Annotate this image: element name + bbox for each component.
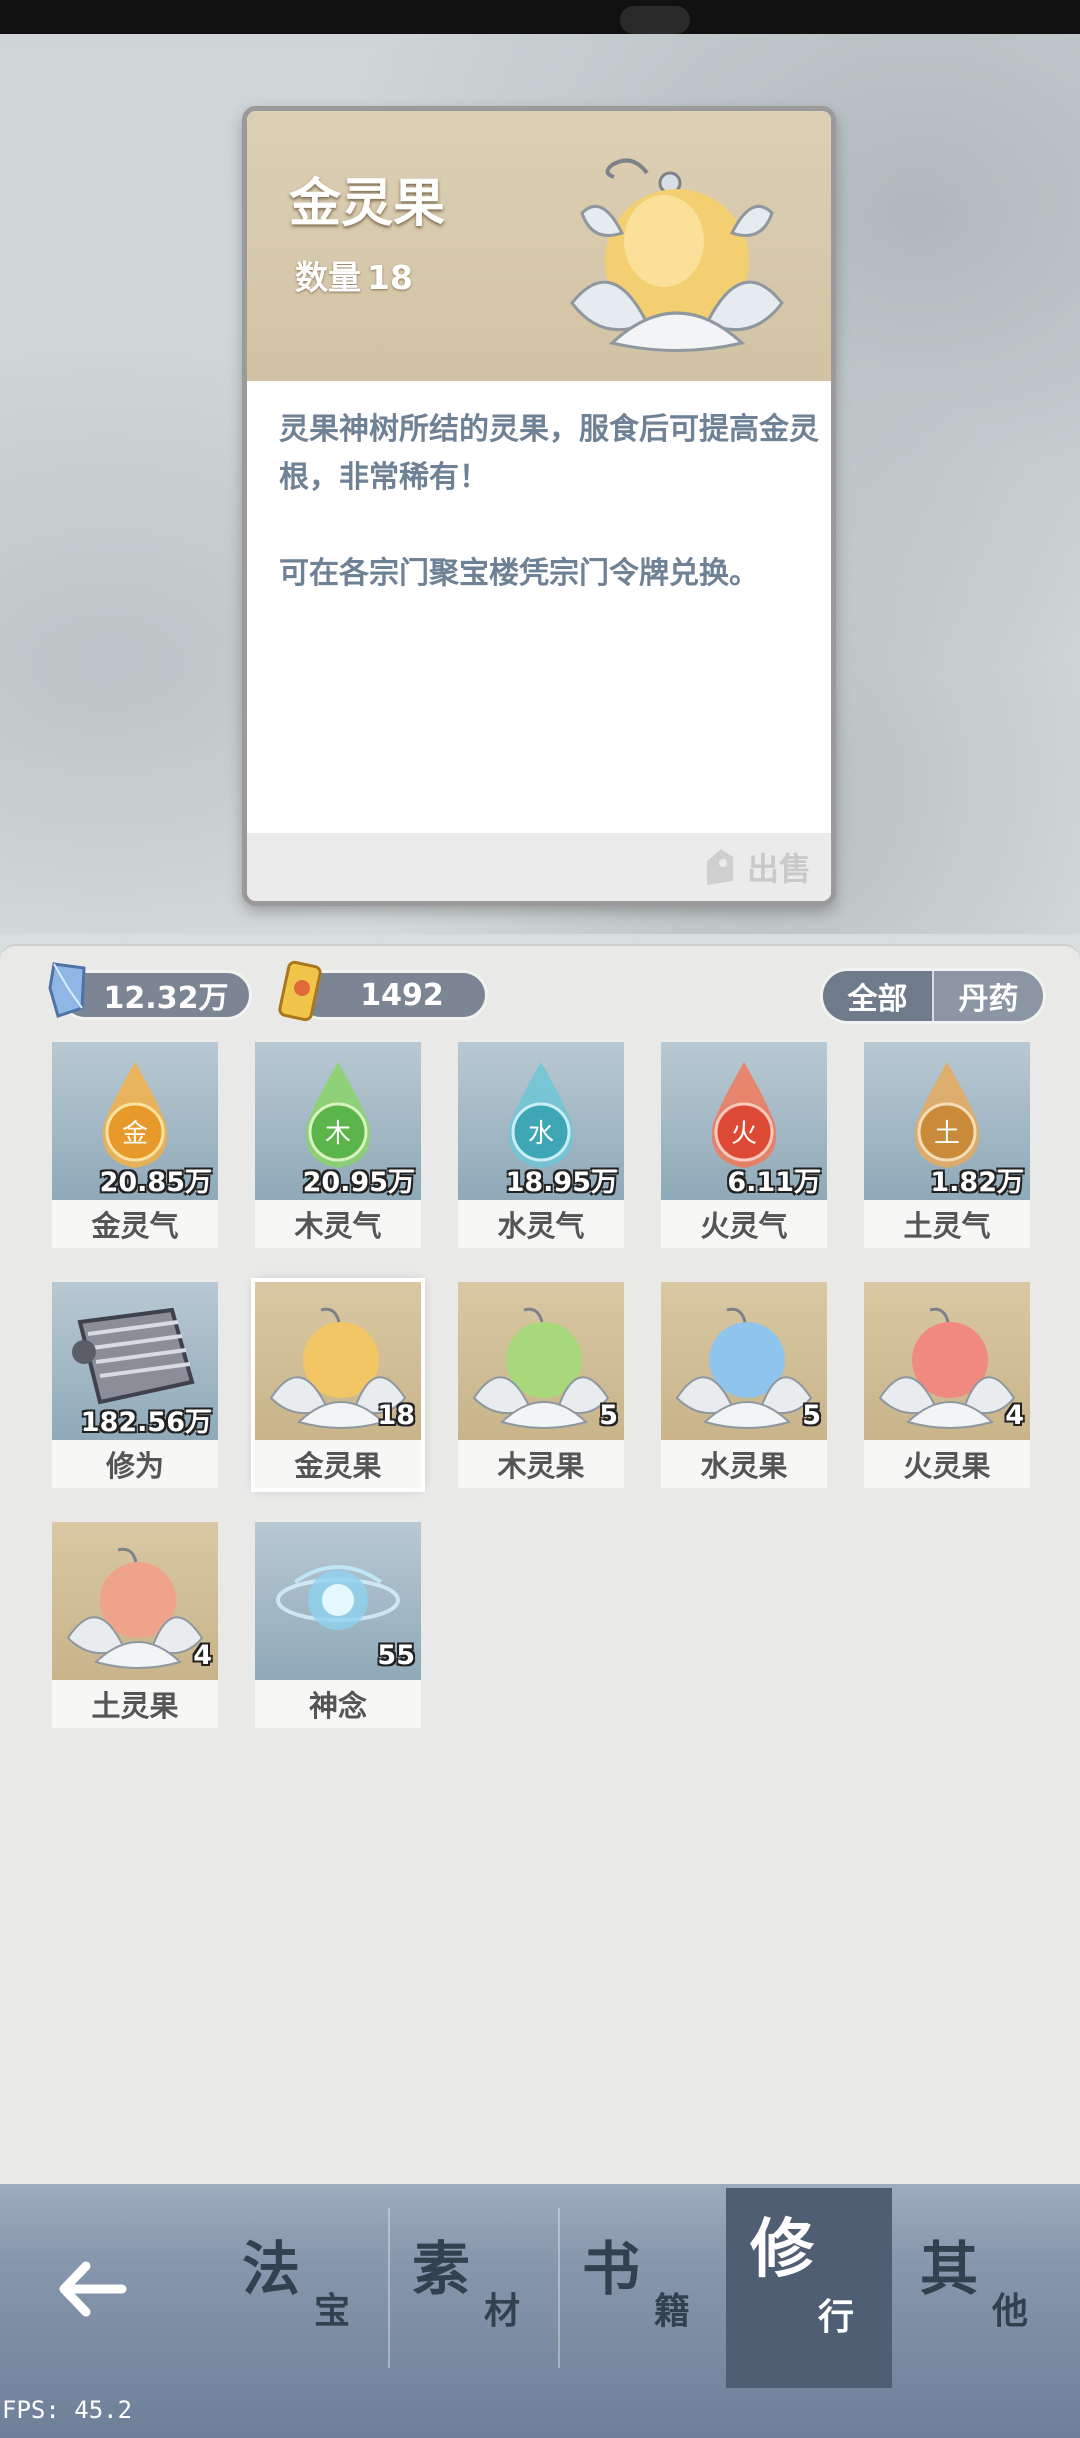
item-slot-fire-qi[interactable]: 火 6.11万 火灵气 (661, 1042, 827, 1248)
item-count: 182.56万 (80, 1407, 212, 1438)
golden-spirit-fruit-icon (570, 158, 784, 352)
quantity-label: 数量 (295, 258, 361, 297)
item-slot-divine-sense[interactable]: 55 神念 (255, 1522, 421, 1728)
item-slot-wood-fruit[interactable]: 5 木灵果 (458, 1282, 624, 1488)
tab-sub-char: 宝 (314, 2291, 351, 2332)
item-label: 土灵气 (864, 1200, 1030, 1248)
item-slot-water-qi[interactable]: 水 18.95万 水灵气 (458, 1042, 624, 1248)
item-slot-fire-fruit[interactable]: 4 火灵果 (864, 1282, 1030, 1488)
item-label: 金灵气 (52, 1200, 218, 1248)
sell-button[interactable]: 出售 (703, 843, 811, 891)
fps-counter: FPS: 45.2 (2, 2396, 133, 2424)
filter-tabs: 全部 丹药 (820, 968, 1046, 1024)
quantity-value: 18 (367, 258, 413, 297)
tab-sub-char: 行 (818, 2297, 855, 2338)
item-slot-earth-qi[interactable]: 土 1.82万 土灵气 (864, 1042, 1030, 1248)
spirit-stone-icon (48, 962, 86, 1018)
item-slot-water-fruit[interactable]: 5 水灵果 (661, 1282, 827, 1488)
tab-divider (558, 2208, 560, 2368)
item-label: 水灵果 (661, 1440, 827, 1488)
sell-tag-icon (706, 849, 733, 885)
item-count: 5 (802, 1400, 821, 1431)
svg-text:金: 金 (122, 1119, 148, 1149)
tab-pills[interactable]: 丹药 (932, 971, 1043, 1021)
item-label: 火灵果 (864, 1440, 1030, 1488)
item-label: 神念 (255, 1680, 421, 1728)
item-label: 火灵气 (661, 1200, 827, 1248)
item-count: 4 (193, 1640, 212, 1671)
description-line: 灵果神树所结的灵果，服食后可提高金灵根，非常稀有！ (279, 412, 819, 495)
tab-sub-char: 他 (992, 2291, 1029, 2332)
svg-text:火: 火 (731, 1119, 757, 1149)
item-slot-earth-fruit[interactable]: 4 土灵果 (52, 1522, 218, 1728)
item-label: 水灵气 (458, 1200, 624, 1248)
tab-sub-char: 材 (484, 2291, 521, 2332)
svg-text:木: 木 (325, 1119, 351, 1149)
sect-token-icon (278, 960, 322, 1022)
back-arrow-icon[interactable] (52, 2244, 142, 2334)
card-header: 金灵果 数量 18 (247, 111, 831, 381)
tab-main-char: 素 (412, 2235, 471, 2303)
item-count: 55 (377, 1640, 415, 1671)
description-line: 可在各宗门聚宝楼凭宗门令牌兑换。 (279, 556, 759, 591)
item-slot-cultivation[interactable]: 182.56万 修为 (52, 1282, 218, 1488)
tab-main-char: 书 (582, 2235, 641, 2303)
bottom-nav: 法 宝 素 材 书 籍 修 行 其 他 (0, 2184, 1080, 2438)
svg-text:水: 水 (528, 1119, 554, 1149)
tab-sub-char: 籍 (654, 2291, 691, 2332)
item-count: 18.95万 (505, 1167, 618, 1198)
item-label: 修为 (52, 1440, 218, 1488)
item-count: 6.11万 (727, 1167, 821, 1198)
tab-books[interactable]: 书 籍 (562, 2208, 728, 2368)
svg-text:土: 土 (934, 1119, 960, 1149)
item-count: 20.95万 (302, 1167, 415, 1198)
item-count: 4 (1005, 1400, 1024, 1431)
item-count: 5 (599, 1400, 618, 1431)
tab-main-char: 其 (920, 2235, 979, 2303)
item-quantity: 数量 18 (289, 251, 413, 299)
item-description: 灵果神树所结的灵果，服食后可提高金灵根，非常稀有！ 可在各宗门聚宝楼凭宗门令牌兑… (279, 406, 819, 646)
tab-divider (388, 2208, 390, 2368)
token-amount: 1492 (360, 977, 444, 1013)
sell-label: 出售 (746, 850, 811, 888)
tab-all[interactable]: 全部 (823, 971, 932, 1021)
item-slot-wood-qi[interactable]: 木 20.95万 木灵气 (255, 1042, 421, 1248)
card-footer: 出售 (247, 833, 831, 901)
item-label: 金灵果 (255, 1440, 421, 1488)
inventory-panel: 12.32万 1492 全部 丹药 金 20.85万 金灵气 木 20.95万 … (0, 944, 1080, 2186)
item-name: 金灵果 (289, 174, 446, 234)
tab-main-char: 修 (750, 2213, 814, 2287)
item-label: 木灵果 (458, 1440, 624, 1488)
item-count: 20.85万 (99, 1167, 212, 1198)
item-slot-gold-qi[interactable]: 金 20.85万 金灵气 (52, 1042, 218, 1248)
tab-materials[interactable]: 素 材 (392, 2208, 558, 2368)
item-detail-card: 金灵果 数量 18 灵果神树所结的灵果，服食后可提高金灵根，非常稀有！ 可在各宗门… (242, 106, 836, 906)
tab-magic-treasure[interactable]: 法 宝 (222, 2208, 388, 2368)
tab-other[interactable]: 其 他 (900, 2208, 1066, 2368)
status-bar (0, 0, 1080, 34)
crystal-amount: 12.32万 (103, 981, 229, 1016)
item-slot-gold-fruit[interactable]: 18 金灵果 (251, 1278, 425, 1492)
item-label: 土灵果 (52, 1680, 218, 1728)
item-count: 18 (377, 1400, 415, 1431)
tab-main-char: 法 (242, 2235, 301, 2303)
item-count: 1.82万 (930, 1167, 1024, 1198)
item-label: 木灵气 (255, 1200, 421, 1248)
camera-notch (620, 6, 690, 34)
tab-cultivation[interactable]: 修 行 (726, 2188, 892, 2388)
